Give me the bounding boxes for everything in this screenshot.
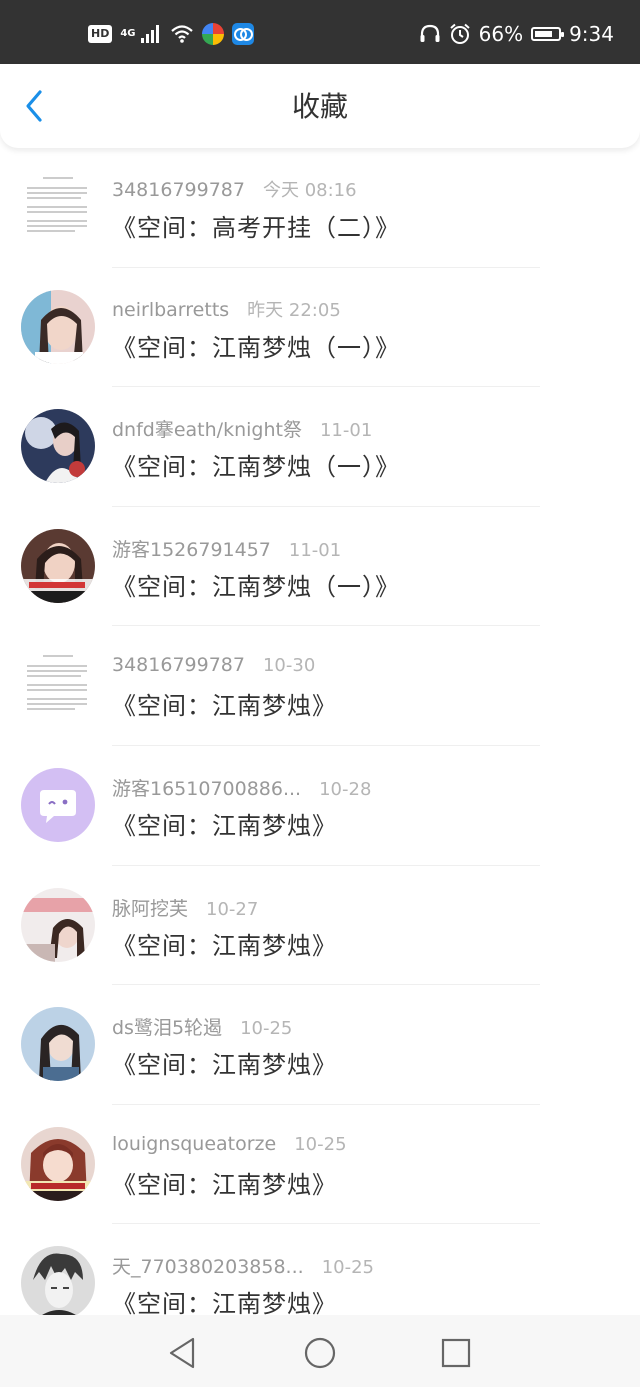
item-time: 10-28 <box>319 778 372 800</box>
item-title: 《空间：江南梦烛》 <box>112 811 337 840</box>
app-icon-multicolor <box>201 23 224 45</box>
item-username: louignsqueatorze <box>112 1132 277 1155</box>
item-title: 《空间：高考开挂（二）》 <box>112 214 400 242</box>
page-title: 收藏 <box>291 90 348 123</box>
item-title: 《空间：江南梦烛（一）》 <box>112 572 400 601</box>
list-item[interactable]: 34816799787 今天 08:16 《空间：高考开挂（二）》 <box>0 148 640 268</box>
user-avatar <box>21 887 95 962</box>
item-username: 游客16510700886... <box>112 777 302 800</box>
item-username: 天_770380203858... <box>112 1256 304 1279</box>
list-item[interactable]: 34816799787 10-30 《空间：江南梦烛》 <box>0 626 640 746</box>
list-item[interactable]: neirlbarretts 昨天 22:05 《空间：江南梦烛（一）》 <box>0 268 640 388</box>
network-label: 4G <box>120 28 136 39</box>
list-item[interactable]: 游客1526791457 11-01 《空间：江南梦烛（一）》 <box>0 507 640 627</box>
item-username: dnfd搴eath/knight祭 <box>112 419 302 442</box>
item-time: 10-25 <box>321 1257 374 1279</box>
item-username: 脉阿挖芙 <box>112 897 189 920</box>
wifi-icon <box>170 25 193 43</box>
item-time: 昨天 22:05 <box>247 299 341 321</box>
item-title: 《空间：江南梦烛》 <box>112 1170 337 1199</box>
item-time: 11-01 <box>319 420 373 442</box>
nav-back-icon <box>169 1337 195 1369</box>
nav-recent-icon <box>441 1338 471 1368</box>
item-time: 10-25 <box>294 1133 347 1155</box>
default-avatar <box>21 767 95 842</box>
list-item[interactable]: dnfd搴eath/knight祭 11-01 《空间：江南梦烛（一）》 <box>0 387 640 507</box>
item-title: 《空间：江南梦烛》 <box>112 1051 337 1080</box>
item-meta: ds鹭泪5轮遏 10-25 <box>112 1013 292 1040</box>
favorites-list: 34816799787 今天 08:16 《空间：高考开挂（二）》 neirlba… <box>0 148 640 1344</box>
user-avatar <box>21 409 95 484</box>
item-meta: 天_770380203858... 10-25 <box>112 1252 374 1279</box>
user-avatar <box>21 1246 95 1321</box>
item-time: 今天 08:16 <box>262 180 357 201</box>
document-thumbnail <box>21 170 95 244</box>
item-time: 11-01 <box>288 539 342 561</box>
item-username: ds鹭泪5轮遏 <box>112 1017 223 1040</box>
system-nav-bar <box>0 1315 640 1387</box>
list-item[interactable]: louignsqueatorze 10-25 《空间：江南梦烛》 <box>0 1105 640 1225</box>
nav-home-button[interactable] <box>300 1333 340 1373</box>
signal-icon <box>140 25 159 43</box>
hd-icon: HD <box>88 25 113 43</box>
battery-icon <box>531 27 565 41</box>
item-meta: 34816799787 10-30 <box>112 654 315 676</box>
item-title: 《空间：江南梦烛（一）》 <box>112 333 400 362</box>
item-username: 34816799787 <box>112 179 245 201</box>
list-item[interactable]: 游客16510700886... 10-28 《空间：江南梦烛》 <box>0 746 640 866</box>
item-meta: dnfd搴eath/knight祭 11-01 <box>112 415 372 442</box>
nav-home-icon <box>304 1337 336 1369</box>
user-avatar <box>21 528 95 603</box>
list-item[interactable]: ds鹭泪5轮遏 10-25 《空间：江南梦烛》 <box>0 985 640 1105</box>
nav-back-button[interactable] <box>163 1333 203 1373</box>
app-icon-blue <box>231 23 254 45</box>
status-right: 66% 9:34 <box>419 20 614 48</box>
status-left: HD 4G <box>88 20 254 48</box>
app-header: 收藏 <box>0 64 640 148</box>
item-meta: 游客16510700886... 10-28 <box>112 774 371 801</box>
item-username: neirlbarretts <box>112 298 230 321</box>
item-title: 《空间：江南梦烛》 <box>112 931 337 960</box>
item-meta: 脉阿挖芙 10-27 <box>112 894 258 921</box>
item-title: 《空间：江南梦烛》 <box>112 692 337 721</box>
list-item[interactable]: 脉阿挖芙 10-27 《空间：江南梦烛》 <box>0 866 640 986</box>
item-time: 10-27 <box>206 898 259 920</box>
user-avatar <box>21 1126 95 1201</box>
item-username: 游客1526791457 <box>112 538 271 561</box>
item-meta: louignsqueatorze 10-25 <box>112 1133 347 1155</box>
clock: 9:34 <box>569 22 614 46</box>
item-meta: neirlbarretts 昨天 22:05 <box>112 296 341 322</box>
document-thumbnail <box>21 648 95 723</box>
item-time: 10-25 <box>240 1018 293 1040</box>
status-bar: HD 4G 66% 9:34 <box>0 0 640 64</box>
user-avatar <box>21 1007 95 1082</box>
alarm-icon <box>449 23 470 44</box>
battery-percent: 66% <box>478 22 524 46</box>
item-meta: 34816799787 今天 08:16 <box>112 176 357 202</box>
user-avatar <box>21 289 95 364</box>
item-title: 《空间：江南梦烛（一）》 <box>112 453 400 482</box>
item-meta: 游客1526791457 11-01 <box>112 535 341 562</box>
item-username: 34816799787 <box>112 654 245 677</box>
headphones-icon <box>420 24 440 42</box>
nav-recent-button[interactable] <box>436 1333 476 1373</box>
item-time: 10-30 <box>262 655 316 677</box>
